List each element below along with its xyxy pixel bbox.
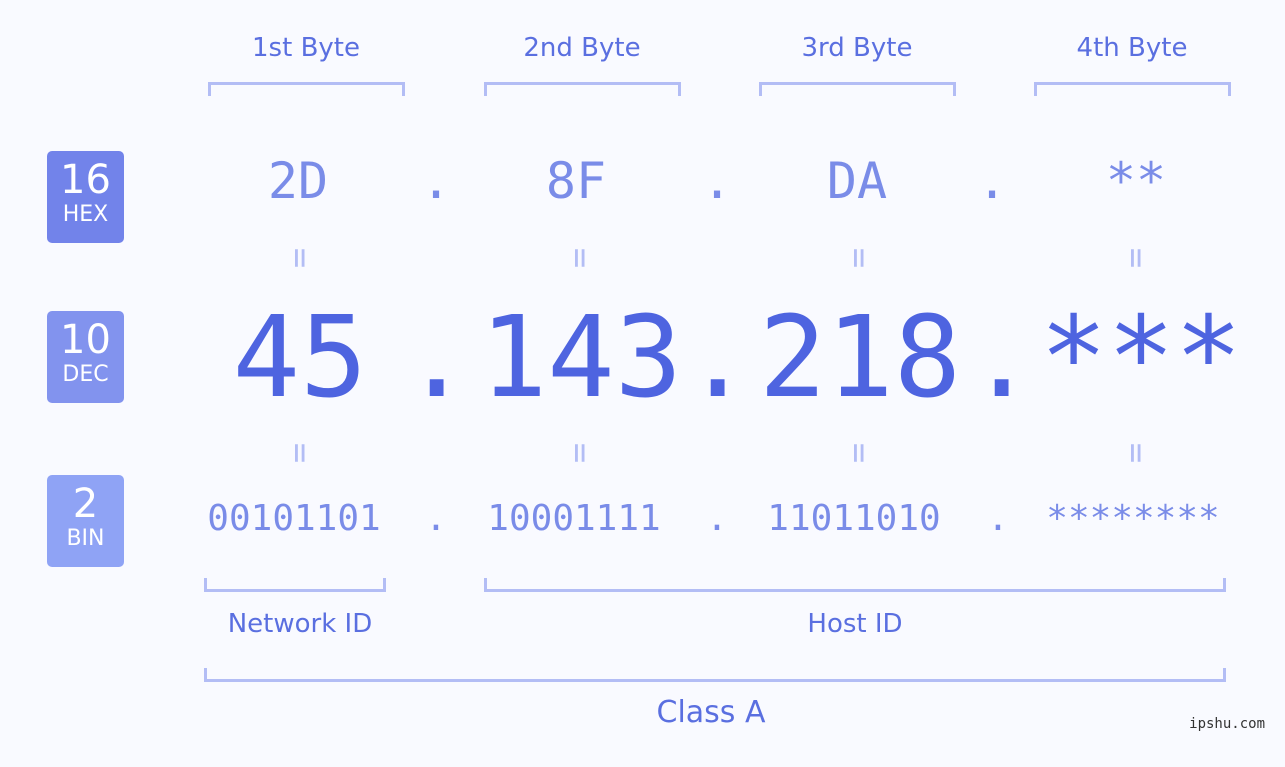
hex-badge-base: 16 [60, 157, 111, 203]
byte-label-3: 3rd Byte [801, 33, 913, 63]
bin-separator: . [425, 498, 447, 539]
equals-sign: = [1116, 442, 1156, 464]
bin-value-2: 10001111 [487, 498, 661, 539]
bin-separator: . [706, 498, 728, 539]
bin-separator: . [987, 498, 1009, 539]
equals-sign: = [1116, 247, 1156, 269]
hex-badge-label: HEX [62, 202, 109, 227]
hex-separator: . [421, 152, 452, 210]
hex-value-2: 8F [545, 152, 607, 210]
byte-bracket-3 [759, 82, 956, 96]
hex-value-4: ** [1105, 152, 1167, 210]
dec-badge: 10 DEC [47, 311, 124, 403]
equals-sign: = [280, 442, 320, 464]
host-id-label: Host ID [807, 609, 903, 639]
equals-sign: = [839, 247, 879, 269]
hex-value-3: DA [826, 152, 888, 210]
host-id-bracket [484, 578, 1226, 592]
equals-sign: = [280, 247, 320, 269]
bin-badge: 2 BIN [47, 475, 124, 567]
hex-separator: . [702, 152, 733, 210]
byte-bracket-2 [484, 82, 681, 96]
network-id-bracket [204, 578, 386, 592]
dec-badge-label: DEC [62, 362, 109, 387]
network-id-label: Network ID [227, 609, 373, 639]
equals-sign: = [560, 442, 600, 464]
dec-value-4: *** [1039, 293, 1243, 423]
bin-badge-label: BIN [66, 526, 105, 551]
byte-label-4: 4th Byte [1076, 33, 1188, 63]
byte-label-2: 2nd Byte [523, 33, 641, 63]
bin-value-1: 00101101 [207, 498, 381, 539]
equals-sign: = [560, 247, 600, 269]
bin-value-3: 11011010 [767, 498, 941, 539]
dec-value-3: 218 [758, 293, 962, 423]
bin-value-4: ******** [1046, 498, 1220, 539]
hex-badge: 16 HEX [47, 151, 124, 243]
class-label: Class A [656, 695, 766, 730]
equals-sign: = [839, 442, 879, 464]
class-bracket [204, 668, 1226, 682]
hex-separator: . [977, 152, 1008, 210]
byte-label-1: 1st Byte [252, 33, 360, 63]
byte-bracket-1 [208, 82, 405, 96]
bin-badge-base: 2 [72, 481, 99, 527]
hex-value-1: 2D [267, 152, 329, 210]
dec-value-2: 143 [479, 293, 683, 423]
dec-value-1: 45 [232, 293, 368, 423]
byte-bracket-4 [1034, 82, 1231, 96]
dec-badge-base: 10 [60, 317, 111, 363]
watermark: ipshu.com [1189, 716, 1265, 732]
